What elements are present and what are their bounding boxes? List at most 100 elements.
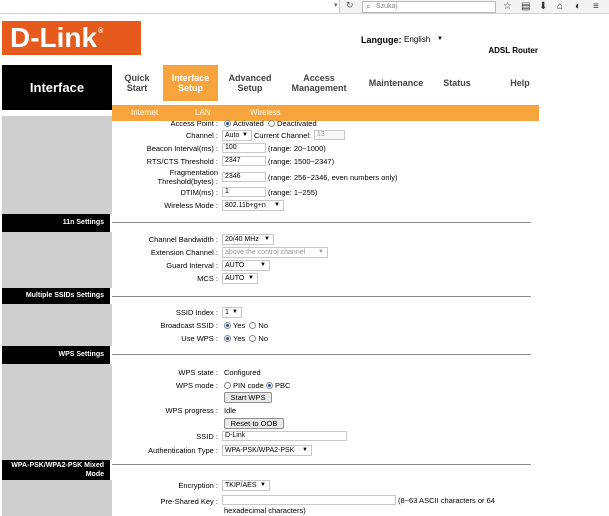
guard-interval-label: Guard Interval : — [166, 261, 218, 270]
radio-pin-code[interactable] — [224, 382, 231, 389]
rts-threshold-label: RTS/CTS Threshold : — [146, 157, 218, 166]
beacon-range: (range: 20~1000) — [268, 144, 326, 153]
menu-icon[interactable]: ≡ — [593, 0, 599, 13]
chevron-down-icon: ▼ — [232, 309, 238, 315]
url-dropdown-icon[interactable]: ▾ — [334, 1, 338, 9]
radio-broadcast-yes[interactable] — [224, 322, 231, 329]
use-wps-radio-group[interactable]: Yes No — [224, 334, 268, 343]
language-label: Languge: — [361, 35, 402, 45]
chevron-down-icon: ▼ — [437, 36, 443, 42]
fragmentation-input[interactable]: 2346 — [222, 172, 266, 182]
beacon-interval-label: Beacon Interval(ms) : — [146, 144, 218, 153]
start-wps-button[interactable]: Start WPS — [224, 392, 272, 403]
wps-state-label: WPS state : — [178, 368, 218, 377]
authentication-type-label: Authentication Type : — [148, 446, 218, 455]
wps-progress-value: Idle — [224, 406, 237, 415]
home-icon[interactable]: ⌂ — [557, 0, 563, 13]
reload-icon[interactable]: ↻ — [346, 0, 354, 11]
rts-range: (range: 1500~2347) — [268, 157, 335, 166]
tab-interface-setup[interactable]: Interface Setup — [163, 65, 218, 101]
authentication-type-select[interactable]: WPA-PSK/WPA2-PSK ▼ — [222, 445, 312, 456]
sidebar-panel — [2, 116, 112, 214]
pre-shared-key-input[interactable] — [222, 495, 396, 505]
radio-activated[interactable] — [224, 120, 231, 127]
channel-select[interactable]: Auto ▼ — [222, 130, 252, 141]
guard-interval-select[interactable]: AUTO ▼ — [222, 260, 270, 271]
bookmarks-icon[interactable]: ▤ — [521, 0, 530, 13]
sidebar-panel — [2, 480, 112, 516]
fragmentation-label: Fragmentation Threshold(bytes) : — [157, 168, 218, 186]
extension-channel-select[interactable]: above the control channel ▼ — [222, 247, 328, 258]
section-divider — [112, 464, 531, 465]
channel-bandwidth-select[interactable]: 20/40 MHz ▼ — [222, 234, 274, 245]
tab-quick-start[interactable]: Quick Start — [112, 65, 162, 101]
product-name: ADSL Router — [488, 46, 538, 55]
wps-state-value: Configured — [224, 368, 261, 377]
star-icon[interactable]: ☆ — [503, 0, 512, 13]
beacon-interval-input[interactable]: 100 — [222, 143, 266, 153]
ssid-label: SSID : — [196, 432, 218, 441]
pocket-icon[interactable]: ◐ — [575, 0, 581, 13]
browser-toolbar: ▾ ↻ ⌕ Szukaj ☆ ▤ ⬇ ⌂ ◐ ≡ — [0, 0, 609, 14]
sidebar-panel — [2, 364, 112, 460]
chevron-down-icon: ▼ — [318, 249, 324, 255]
rts-threshold-input[interactable]: 2347 — [222, 156, 266, 166]
section-divider — [112, 222, 531, 223]
radio-wps-no[interactable] — [249, 335, 257, 342]
header: D-Link® Languge: English ▼ ADSL Router — [0, 14, 609, 64]
chevron-down-icon: ▼ — [248, 275, 254, 281]
channel-label: Channel : — [185, 131, 218, 140]
radio-deactivated[interactable] — [268, 120, 276, 127]
tab-help[interactable]: Help — [505, 65, 535, 101]
download-icon[interactable]: ⬇ — [539, 0, 547, 13]
encryption-label: Encryption : — [178, 481, 218, 490]
wireless-mode-select[interactable]: 802.11b+g+n ▼ — [222, 200, 284, 211]
section-divider — [112, 296, 531, 297]
section-header-11n: 11n Settings — [2, 214, 110, 232]
tab-status[interactable]: Status — [438, 65, 476, 101]
section-header-wpa-mixed: WPA-PSK/WPA2-PSK Mixed Mode — [2, 460, 110, 480]
chevron-down-icon: ▼ — [260, 482, 266, 488]
search-placeholder: Szukaj — [376, 3, 398, 10]
dtim-input[interactable]: 1 — [222, 187, 266, 197]
mcs-label: MCS : — [197, 274, 218, 283]
ssid-index-label: SSID Index : — [175, 308, 218, 317]
mcs-select[interactable]: AUTO ▼ — [222, 273, 258, 284]
section-header-wps: WPS Settings — [2, 346, 110, 364]
radio-broadcast-no[interactable] — [249, 322, 257, 329]
broadcast-ssid-label: Broadcast SSID : — [160, 321, 218, 330]
use-wps-label: Use WPS : — [181, 334, 218, 343]
pre-shared-key-label: Pre-Shared Key : — [160, 497, 218, 506]
chevron-down-icon: ▼ — [242, 132, 248, 138]
tab-advanced-setup[interactable]: Advanced Setup — [222, 65, 278, 101]
chevron-down-icon: ▼ — [264, 236, 270, 242]
wps-mode-label: WPS mode : — [175, 381, 218, 390]
ssid-input[interactable]: D-Link — [222, 431, 347, 441]
tab-maintenance[interactable]: Maintenance — [364, 65, 428, 101]
radio-wps-yes[interactable] — [224, 335, 231, 342]
access-point-radio-group[interactable]: Activated Deactivated — [224, 119, 317, 128]
wps-mode-radio-group[interactable]: PIN code PBC — [224, 381, 290, 390]
encryption-select[interactable]: TKIP/AES ▼ — [222, 480, 270, 491]
access-point-label: Access Point : — [170, 119, 218, 128]
pre-shared-key-hint-2: hexadecimal characters) — [224, 506, 306, 515]
tab-access-management[interactable]: Access Management — [288, 65, 350, 101]
chevron-down-icon: ▼ — [274, 202, 280, 208]
current-channel-label: Current Channel: — [254, 131, 312, 140]
router-page: D-Link® Languge: English ▼ ADSL Router In… — [0, 14, 609, 516]
current-channel-field: 13 — [314, 130, 345, 140]
ssid-index-select[interactable]: 1 ▼ — [222, 307, 242, 318]
chevron-down-icon: ▼ — [260, 262, 266, 268]
dlink-logo: D-Link® — [2, 21, 141, 55]
broadcast-ssid-radio-group[interactable]: Yes No — [224, 321, 268, 330]
chevron-down-icon: ▼ — [302, 447, 308, 453]
browser-search-input[interactable]: ⌕ Szukaj — [362, 1, 496, 13]
radio-pbc[interactable] — [265, 382, 273, 389]
section-header-multiple-ssids: Multiple SSIDs Settings — [2, 288, 110, 304]
reset-to-oob-button[interactable]: Reset to OOB — [224, 418, 284, 429]
wps-progress-label: WPS progress : — [165, 406, 218, 415]
sidebar-panel — [2, 304, 112, 346]
fragmentation-range: (range: 256~2346, even numbers only) — [268, 173, 398, 182]
language-select[interactable]: English ▼ — [401, 34, 447, 45]
url-bar[interactable] — [0, 0, 340, 13]
